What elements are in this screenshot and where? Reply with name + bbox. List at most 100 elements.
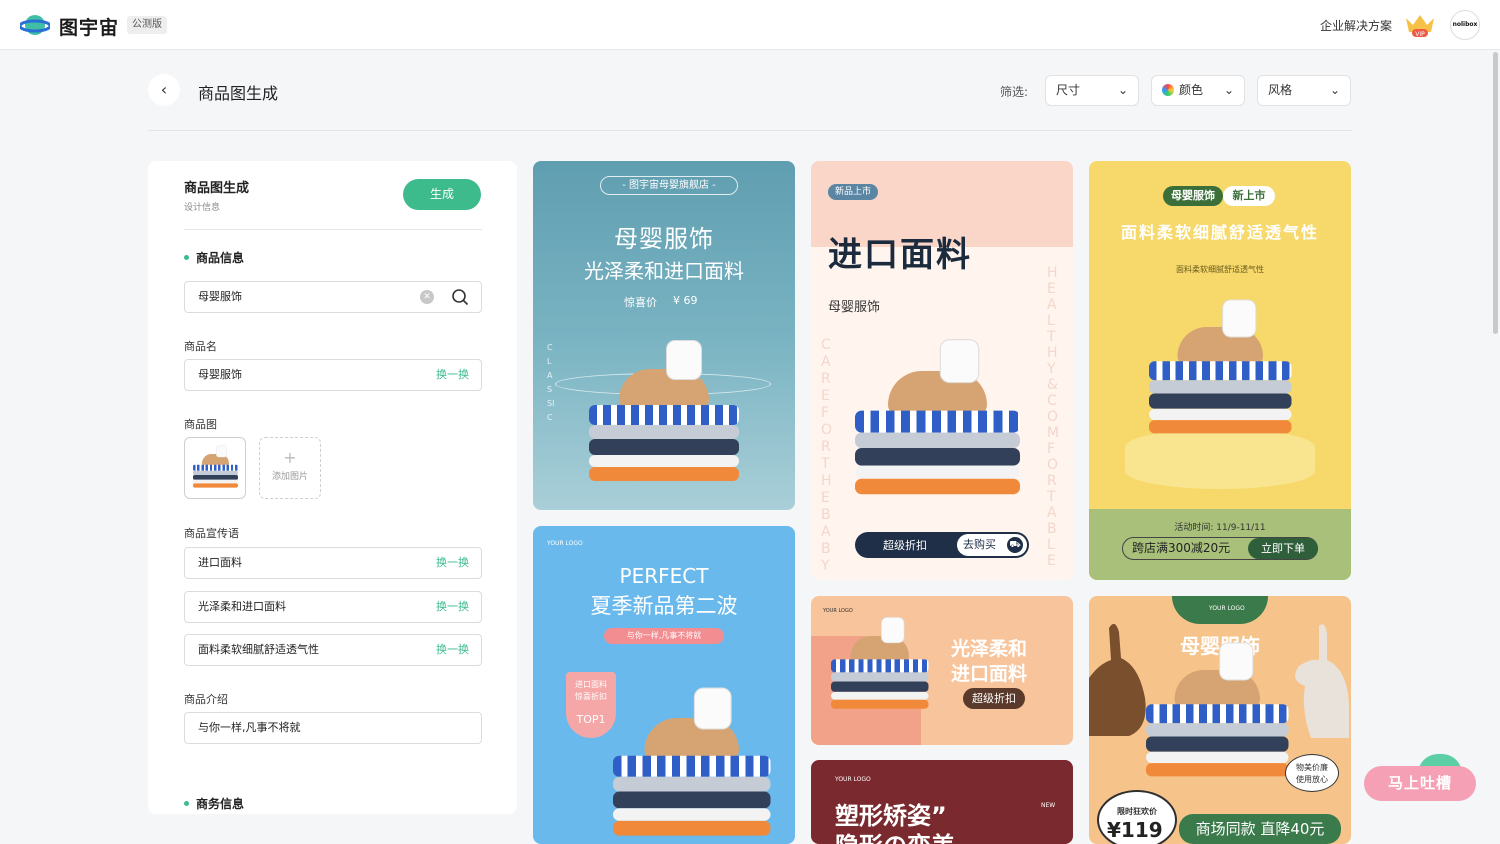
card5-title-1: 光泽柔和 [951, 638, 1028, 660]
chevron-down-icon: ⌄ [1223, 83, 1234, 97]
panel-divider [184, 229, 482, 230]
card6-new-tag: NEW [1041, 802, 1056, 809]
card3-order-button[interactable]: 立即下单 [1248, 538, 1318, 559]
slogan-field-2[interactable]: 光泽柔和进口面料 换一换 [184, 591, 482, 623]
color-filter-label: 颜色 [1179, 83, 1204, 97]
generate-button[interactable]: 生成 [403, 179, 481, 210]
card2-discount-label: 超级折扣 [883, 539, 927, 552]
card4-subtitle: 与你一样,凡事不将就 [604, 628, 724, 644]
enterprise-solutions-link[interactable]: 企业解决方案 [1320, 17, 1392, 34]
card6-logo: YOUR LOGO [835, 776, 871, 783]
page-title: 商品图生成 [198, 84, 279, 103]
scrollbar[interactable] [1493, 52, 1498, 334]
beta-badge: 公测版 [127, 16, 167, 34]
template-card-2[interactable]: 新品上市 进口面料 母婴服饰 CARE FOR THE BABY HEALTHY… [811, 161, 1073, 580]
logo-text[interactable]: 图宇宙 [59, 13, 119, 40]
card6-title-2: 隐形の变美 [835, 826, 955, 844]
card7-logo: YOUR LOGO [1209, 605, 1245, 612]
card7-bubble [1285, 754, 1339, 792]
card2-side-text-left: CARE FOR THE BABY [821, 337, 833, 574]
template-card-1[interactable]: - 图宇宙母婴旗舰店 - 母婴服饰 光泽柔和进口面料 惊喜价 ¥ 69 CLAS… [533, 161, 795, 510]
header-divider [148, 130, 1352, 131]
chevron-down-icon: ⌄ [1117, 83, 1128, 97]
card2-subtitle: 母婴服饰 [828, 300, 881, 315]
size-filter-select[interactable]: 尺寸 ⌄ [1045, 75, 1139, 106]
store-badge: - 图宇宙母婴旗舰店 - [600, 176, 738, 195]
swap-slogan-3-button[interactable]: 换一换 [436, 635, 469, 665]
swap-slogan-2-button[interactable]: 换一换 [436, 592, 469, 622]
chevron-down-icon: ⌄ [1329, 83, 1340, 97]
planet-logo-icon[interactable] [20, 13, 50, 37]
product-image-label: 商品图 [184, 418, 217, 431]
card5-discount-badge: 超级折扣 [963, 688, 1025, 709]
product-info-heading: 商品信息 [184, 249, 244, 266]
card1-price-label: 惊喜价 [624, 296, 657, 309]
card4-title-2: 夏季新品第二波 [590, 594, 738, 618]
swap-name-button[interactable]: 换一换 [436, 360, 469, 390]
card2-side-text-right: HEALTHY & COMFORTABLE [1047, 265, 1060, 569]
card4-badge-line3: TOP1 [576, 713, 606, 726]
template-card-3[interactable]: 母婴服饰 新上市 面料柔软细腻舒适透气性 面料柔软细腻舒适透气性 活动时间: 1… [1089, 161, 1351, 580]
slogan-value-3: 面料柔软细腻舒适透气性 [198, 643, 319, 656]
card1-line1: 母婴服饰 [614, 225, 714, 253]
template-card-7[interactable]: YOUR LOGO 母婴服饰 物美价廉 使用放心 限时狂欢价 ¥119 商场同款… [1089, 596, 1351, 844]
card2-title: 进口面料 [828, 235, 972, 275]
card3-tag-2: 新上市 [1223, 186, 1275, 206]
search-value: 母婴服饰 [198, 290, 242, 303]
swap-slogan-1-button[interactable]: 换一换 [436, 548, 469, 578]
intro-label: 商品介绍 [184, 693, 228, 706]
vip-crown-icon[interactable]: VIP [1404, 12, 1436, 38]
product-name-field[interactable]: 母婴服饰 换一换 [184, 359, 482, 391]
card3-time: 活动时间: 11/9-11/11 [1174, 523, 1266, 533]
template-card-6[interactable]: YOUR LOGO NEW 塑形矫姿” 隐形の变美 [811, 760, 1073, 844]
color-filter-select[interactable]: 颜色 ⌄ [1151, 75, 1245, 106]
card3-subtitle: 面料柔软细腻舒适透气性 [1176, 265, 1264, 274]
card5-title-2: 进口面料 [951, 663, 1028, 685]
add-image-label: 添加图片 [271, 472, 308, 482]
design-info-panel: 商品图生成 设计信息 生成 商品信息 母婴服饰 ✕ 商品名 母婴服饰 换一换 商… [148, 161, 517, 814]
vip-label: VIP [1415, 31, 1425, 38]
slogan-field-1[interactable]: 进口面料 换一换 [184, 547, 482, 579]
card7-promo: 商场同款 直降40元 [1179, 814, 1341, 844]
product-image-thumbnail[interactable] [184, 437, 246, 499]
plus-icon: + [283, 448, 297, 467]
card2-tag: 新品上市 [828, 184, 878, 200]
intro-field[interactable]: 与你一样,凡事不将就 [184, 712, 482, 744]
style-filter-label: 风格 [1268, 83, 1293, 97]
size-filter-label: 尺寸 [1056, 83, 1081, 97]
card4-logo: YOUR LOGO [547, 540, 583, 547]
cart-icon: ⛟ [1007, 537, 1023, 553]
card4-badge-line1: 进口面料 [575, 680, 607, 689]
card7-price-tag: 限时狂欢价 [1117, 807, 1157, 816]
card5-logo: YOUR LOGO [823, 608, 853, 614]
business-info-heading: 商务信息 [184, 795, 244, 812]
filter-label: 筛选: [1000, 85, 1029, 99]
panel-title: 商品图生成 [184, 181, 250, 196]
card4-title-1: PERFECT [619, 564, 709, 588]
template-card-5[interactable]: YOUR LOGO 光泽柔和 进口面料 超级折扣 [811, 596, 1073, 745]
color-wheel-icon [1162, 84, 1174, 96]
card3-tag-1: 母婴服饰 [1163, 186, 1223, 206]
slogan-field-3[interactable]: 面料柔软细腻舒适透气性 换一换 [184, 634, 482, 666]
slogan-label: 商品宣传语 [184, 527, 239, 540]
clear-icon[interactable]: ✕ [420, 290, 434, 304]
back-button[interactable]: ‹ [148, 74, 180, 106]
style-filter-select[interactable]: 风格 ⌄ [1257, 75, 1351, 106]
card1-price: ¥ 69 [673, 294, 698, 307]
add-image-button[interactable]: + 添加图片 [259, 437, 321, 499]
product-search-input[interactable]: 母婴服饰 ✕ [184, 281, 482, 313]
search-icon[interactable] [451, 288, 469, 306]
feedback-button[interactable]: 马上吐槽 [1364, 766, 1476, 801]
card4-badge-line2: 惊喜折扣 [575, 692, 607, 701]
intro-value: 与你一样,凡事不将就 [198, 721, 301, 734]
slogan-value-1: 进口面料 [198, 556, 242, 569]
card3-title: 面料柔软细腻舒适透气性 [1120, 223, 1319, 242]
card7-price: ¥119 [1107, 818, 1163, 842]
chevron-left-icon: ‹ [160, 80, 168, 99]
template-card-4[interactable]: YOUR LOGO PERFECT 夏季新品第二波 与你一样,凡事不将就 进口面… [533, 526, 795, 844]
card7-bubble-line2: 使用放心 [1296, 775, 1328, 784]
panel-subtitle: 设计信息 [184, 203, 221, 213]
card3-podium [1125, 429, 1315, 489]
user-avatar[interactable]: nolibox [1450, 10, 1480, 40]
product-name-label: 商品名 [184, 340, 217, 353]
